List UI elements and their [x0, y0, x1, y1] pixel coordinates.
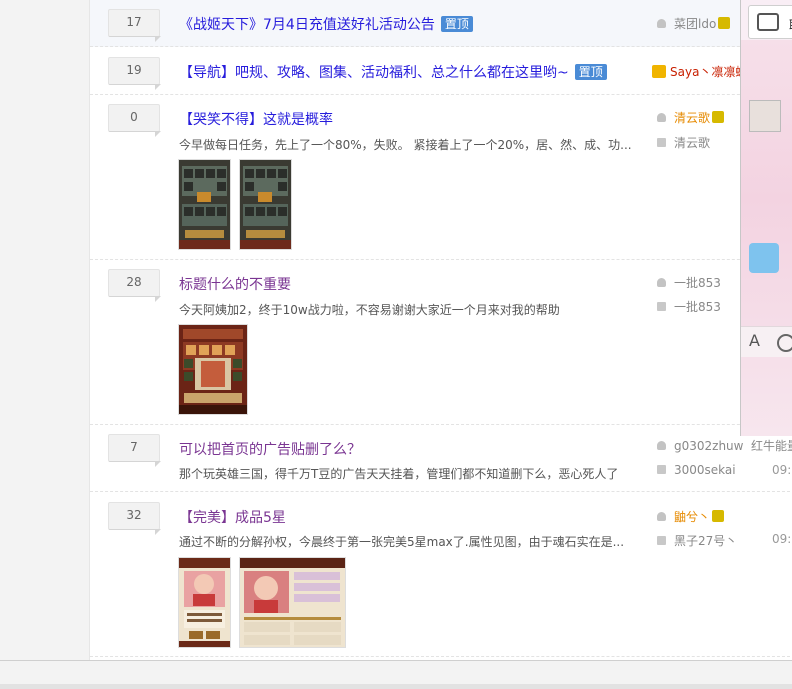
- thread-title-line: 【导航】吧规、攻略、图集、活动福利、总之什么都在这里哟~ 置顶: [179, 62, 607, 82]
- thread-title-line: 标题什么的不重要: [179, 274, 291, 294]
- thumbnail-image[interactable]: [179, 558, 230, 647]
- user-icon: [657, 512, 666, 521]
- reply-count: 7: [108, 434, 161, 467]
- thread-abstract: 通过不断的分解孙权，今晨终于第一张完美5星max了.属性见图，由于魂石实在是..…: [179, 535, 625, 549]
- user-icon: [657, 278, 666, 287]
- last-reply-name[interactable]: 黑子27号丶: [674, 534, 737, 548]
- thread-title-link[interactable]: 【哭笑不得】这就是概率: [179, 112, 333, 128]
- user-icon: [657, 441, 666, 450]
- thread-title-link[interactable]: 可以把首页的广告贴删了么？: [179, 442, 361, 458]
- thread-title-link[interactable]: 【完美】成品5星: [179, 510, 286, 526]
- author-name[interactable]: 鼬兮丶: [674, 510, 710, 524]
- chat-toolbar: A: [741, 326, 792, 357]
- level-badge-icon: [718, 17, 731, 29]
- last-reply-name[interactable]: 清云歌: [674, 136, 710, 150]
- reply-icon: [657, 465, 666, 474]
- reply-count: 0: [108, 104, 161, 137]
- reply-count: 28: [108, 269, 161, 302]
- level-badge-icon: [712, 111, 725, 123]
- reply-count: 19: [108, 57, 161, 90]
- thread-row[interactable]: 32 【完美】成品5星 通过不断的分解孙权，今晨终于第一张完美5星max了.属性…: [90, 492, 792, 657]
- user-icon: [657, 19, 666, 28]
- thumbnail-image[interactable]: [179, 325, 247, 414]
- pinned-badge: 置顶: [440, 16, 473, 32]
- last-reply-time: 09:5: [772, 532, 792, 546]
- thumbnail-image[interactable]: [240, 160, 291, 249]
- thread-author: Saya丶凛凛蝶: [652, 63, 747, 80]
- contact-avatar[interactable]: [749, 243, 779, 273]
- last-reply-author: 3000sekai: [657, 463, 736, 477]
- author-name[interactable]: 菜团ldo: [674, 17, 716, 31]
- last-reply-author: 黑子27号丶: [657, 532, 737, 549]
- thread-author: g0302zhuw: [657, 439, 743, 453]
- contact-avatar[interactable]: [749, 100, 781, 132]
- author-name[interactable]: g0302zhuw: [674, 439, 743, 453]
- chat-bubble-icon: [757, 13, 779, 31]
- thread-title-line: 可以把首页的广告贴删了么？: [179, 439, 361, 459]
- thread-row[interactable]: 7 可以把首页的广告贴删了么？ 那个玩英雄三国，得千万T豆的广告天天挂着，管理们…: [90, 425, 792, 492]
- thread-abstract: 今天阿姨加2，终于10w战力啦，不容易谢谢大家近一个月来对我的帮助: [179, 303, 560, 317]
- last-reply-time: 09:5: [772, 463, 792, 477]
- thread-title-link[interactable]: 【导航】吧规、攻略、图集、活动福利、总之什么都在这里哟~: [179, 65, 569, 81]
- font-button[interactable]: A: [749, 331, 760, 350]
- emoji-icon[interactable]: [777, 334, 792, 352]
- thread-row[interactable]: 19 【导航】吧规、攻略、图集、活动福利、总之什么都在这里哟~ 置顶 Saya丶凛…: [90, 47, 790, 95]
- thread-list: 17 《战姬天下》7月4日充值送好礼活动公告 置顶 菜团ldo 19 【导航】吧规…: [90, 0, 792, 660]
- pinned-badge: 置顶: [574, 64, 607, 80]
- thread-author: 鼬兮丶: [657, 508, 725, 525]
- thread-title-link[interactable]: 《战姬天下》7月4日充值送好礼活动公告: [179, 17, 435, 33]
- thread-row[interactable]: 17 《战姬天下》7月4日充值送好礼活动公告 置顶 菜团ldo: [90, 0, 790, 47]
- thread-abstract: 今早做每日任务，先上了一个80%，失败。 紧接着上了一个20%，居、然、成、功.…: [179, 138, 632, 152]
- thread-author: 菜团ldo: [657, 15, 731, 32]
- thread-title-link[interactable]: 标题什么的不重要: [179, 277, 291, 293]
- left-gutter: [0, 0, 90, 660]
- screenshot: 17 《战姬天下》7月4日充值送好礼活动公告 置顶 菜团ldo 19 【导航】吧规…: [0, 0, 792, 689]
- reply-icon: [657, 138, 666, 147]
- thread-title-line: 《战姬天下》7月4日充值送好礼活动公告 置顶: [179, 14, 473, 34]
- thread-author: 清云歌: [657, 109, 725, 126]
- chat-tab[interactable]: 聊: [748, 5, 792, 39]
- thread-abstract: 那个玩英雄三国，得千万T豆的广告天天挂着，管理们都不知道删下么，恶心死人了: [179, 467, 619, 481]
- author-name[interactable]: 一批853: [674, 276, 721, 290]
- reply-count: 17: [108, 9, 161, 42]
- last-reply-name[interactable]: 3000sekai: [674, 463, 736, 477]
- user-icon: [657, 113, 666, 122]
- thread-title-line: 【完美】成品5星: [179, 507, 286, 527]
- last-reply-author: 清云歌: [657, 134, 710, 151]
- reply-icon: [657, 536, 666, 545]
- level-badge-icon: [712, 510, 725, 522]
- chat-user-label[interactable]: 红牛能量: [751, 437, 792, 454]
- last-reply-author: 一批853: [657, 298, 721, 315]
- thread-row[interactable]: 28 标题什么的不重要 今天阿姨加2，终于10w战力啦，不容易谢谢大家近一个月来…: [90, 260, 790, 425]
- last-reply-name[interactable]: 一批853: [674, 300, 721, 314]
- thumbnail-image[interactable]: [240, 558, 345, 647]
- reply-icon: [657, 302, 666, 311]
- thread-row[interactable]: 0 【哭笑不得】这就是概率 今早做每日任务，先上了一个80%，失败。 紧接着上了…: [90, 95, 790, 260]
- author-name[interactable]: 清云歌: [674, 111, 710, 125]
- thread-title-line: 【哭笑不得】这就是概率: [179, 109, 333, 129]
- chat-panel: 聊 A: [740, 0, 792, 436]
- crown-icon: [652, 65, 666, 78]
- reply-count: 32: [108, 502, 161, 535]
- author-name[interactable]: Saya丶凛凛蝶: [670, 65, 747, 79]
- thread-author: 一批853: [657, 274, 721, 291]
- taskbar-edge: [0, 684, 792, 689]
- thumbnail-image[interactable]: [179, 160, 230, 249]
